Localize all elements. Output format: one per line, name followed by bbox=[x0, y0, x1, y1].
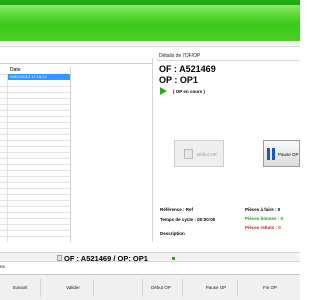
grid-row-line bbox=[0, 86, 70, 87]
grid-row-line bbox=[0, 92, 70, 93]
pieces-rebuts: Pièces rebuts : 0 bbox=[245, 225, 281, 230]
of-number: OF : A521469 bbox=[159, 64, 216, 74]
debut-op-button[interactable]: Début OP bbox=[174, 140, 224, 167]
grid-row-line bbox=[0, 206, 70, 207]
grid-right-border bbox=[70, 67, 71, 242]
grid-row-line bbox=[0, 236, 70, 237]
suivant-button[interactable]: Suivant bbox=[2, 279, 38, 297]
grid-row-line bbox=[0, 116, 70, 117]
header-separator bbox=[0, 41, 300, 47]
grid-header[interactable]: Date bbox=[0, 67, 70, 74]
fin-op-button[interactable]: Fin OP bbox=[252, 279, 288, 297]
pieces-bonnes: Pièces bonnes : 0 bbox=[245, 216, 284, 221]
reference-value: Référence : Ref bbox=[160, 207, 194, 212]
pause-op-button[interactable]: Pause OP bbox=[263, 140, 300, 167]
grid-top-row bbox=[0, 58, 153, 64]
current-op-text: OF : A521469 / OP: OP1 bbox=[64, 254, 148, 263]
grid-row-line bbox=[0, 122, 70, 123]
description-label: Description bbox=[160, 231, 185, 236]
grid-row-line bbox=[0, 158, 70, 159]
grid-row-line bbox=[0, 176, 70, 177]
cycle-time-value: Temps de cycle : 00:00:00 bbox=[160, 217, 216, 222]
grid-row-line bbox=[0, 200, 70, 201]
side-label: ns bbox=[0, 264, 5, 269]
grid-row-line bbox=[0, 188, 70, 189]
play-icon bbox=[160, 87, 167, 95]
document-icon bbox=[57, 255, 62, 261]
toolbar-separator bbox=[237, 279, 238, 297]
valider-button[interactable]: Valider bbox=[55, 279, 91, 297]
grid-row-line bbox=[0, 182, 70, 183]
grid-header-date[interactable]: Date bbox=[10, 67, 21, 74]
bottom-toolbar: Suivant Valider Début OP Pause OP Fin OP bbox=[0, 274, 300, 300]
op-number: OP : OP1 bbox=[159, 75, 198, 85]
grid-row-line bbox=[0, 152, 70, 153]
pause-icon bbox=[267, 148, 275, 160]
details-divider bbox=[157, 60, 300, 61]
status-dot-icon bbox=[172, 257, 175, 260]
debut-op-toolbar-button[interactable]: Début OP bbox=[143, 279, 179, 297]
grid-row-line bbox=[0, 110, 70, 111]
pieces-a-faire: Pièces à faire : 0 bbox=[245, 207, 281, 212]
toolbar-separator bbox=[182, 279, 183, 297]
grid-row-line bbox=[0, 164, 70, 165]
grid-selected-row[interactable]: 03/07/2013 17:13:12 bbox=[8, 74, 70, 80]
grid-row-line bbox=[0, 230, 70, 231]
pause-op-toolbar-button[interactable]: Pause OP bbox=[198, 279, 234, 297]
grid-row-line bbox=[0, 146, 70, 147]
toolbar-separator bbox=[40, 279, 41, 297]
start-icon bbox=[184, 149, 193, 159]
header-banner-top-strip bbox=[0, 0, 300, 5]
pause-op-label: Pause OP bbox=[278, 152, 299, 157]
debut-op-label: Début OP bbox=[197, 152, 217, 157]
grid-row-line bbox=[0, 140, 70, 141]
grid-row-line bbox=[0, 128, 70, 129]
details-title: Détails de l'OF/OP bbox=[159, 53, 201, 59]
toolbar-separator bbox=[93, 279, 94, 297]
grid-row-line bbox=[0, 104, 70, 105]
current-op-bar: OF : A521469 / OP: OP1 bbox=[0, 252, 300, 263]
grid-row-line bbox=[0, 224, 70, 225]
header-banner bbox=[0, 0, 300, 41]
grid-row-line bbox=[0, 98, 70, 99]
grid-row-line bbox=[0, 170, 70, 171]
op-status: ( OP en cours ) bbox=[173, 89, 205, 94]
grid-row-line bbox=[0, 134, 70, 135]
grid-row-line bbox=[0, 194, 70, 195]
grid-row-line bbox=[0, 212, 70, 213]
grid-row-line bbox=[0, 218, 70, 219]
